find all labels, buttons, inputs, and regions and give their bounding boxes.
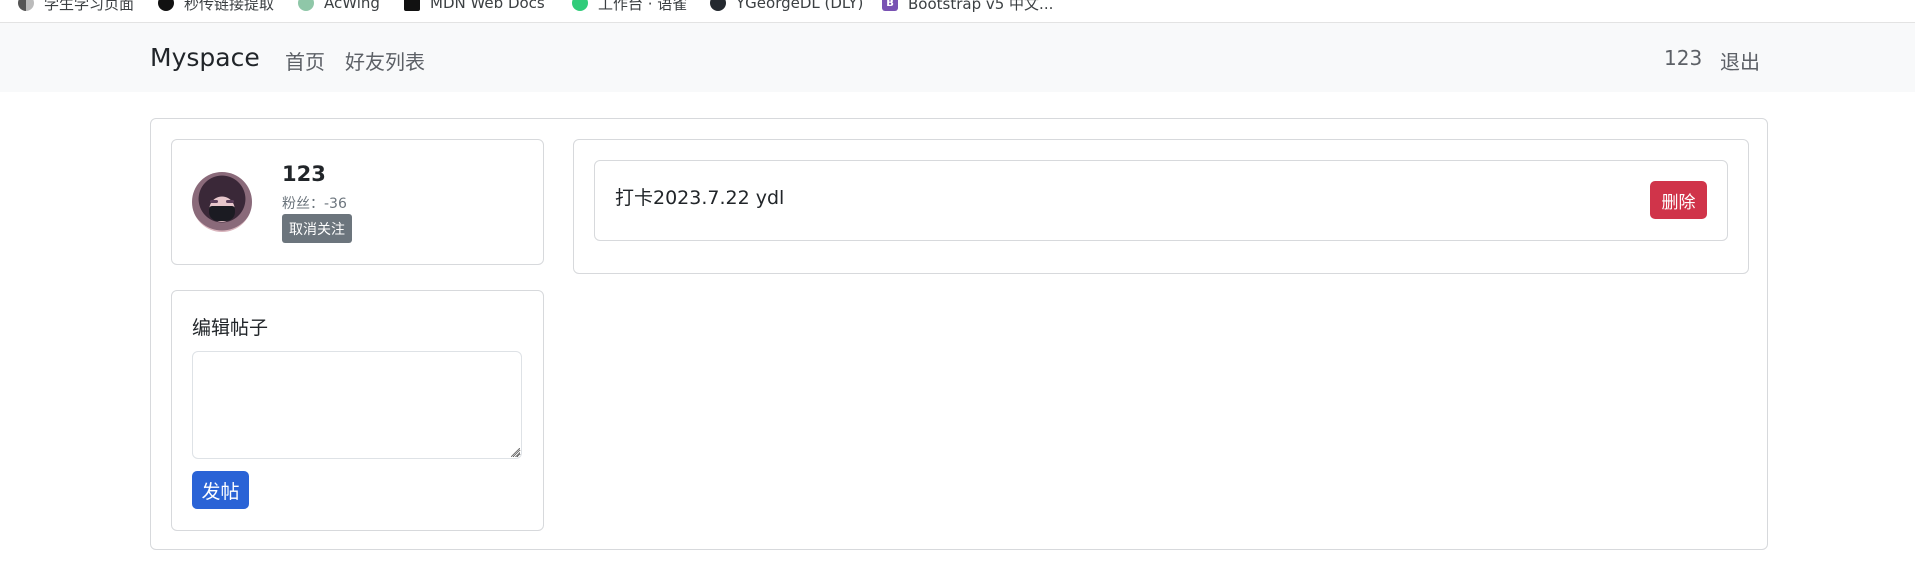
bookmark-item[interactable]: B Bootstrap v5 中文... [882,0,1053,14]
avatar-mask [209,206,235,221]
bookmark-label: 学生学习页面 [44,0,135,13]
post-button[interactable]: 发帖 [192,471,249,509]
mdn-icon [404,0,420,11]
nav-logout[interactable]: 退出 [1720,46,1760,75]
brand-logo[interactable]: Myspace [150,43,260,72]
bookmark-label: MDN Web Docs [430,0,545,12]
profile-username: 123 [282,162,326,186]
editor-card: 编辑帖子 发帖 [171,290,544,531]
avatar [192,172,252,232]
bookmark-item[interactable]: 工作台 · 语雀 [572,0,687,14]
bookmark-item[interactable]: MDN Web Docs [404,0,545,14]
bookmark-label: YGeorgeDL (DLY) [736,0,864,12]
link-icon [158,0,174,11]
main-container: 123 粉丝：-36 取消关注 编辑帖子 发帖 打卡2023.7.22 ydl … [150,118,1768,550]
bookmark-label: Bootstrap v5 中文... [908,0,1054,13]
nav-link-friends[interactable]: 好友列表 [345,46,425,75]
post-content: 打卡2023.7.22 ydl [615,187,785,209]
bookmark-item[interactable]: 秒传链接提取 [158,0,274,14]
unfollow-button[interactable]: 取消关注 [282,214,352,243]
post-item: 打卡2023.7.22 ydl 删除 [594,160,1728,241]
avatar-eye [210,200,218,203]
bookmark-label: 秒传链接提取 [184,0,275,13]
avatar-eye [226,200,234,203]
bookmark-label: AcWing [324,0,380,12]
navbar: Myspace 首页 好友列表 123 退出 [0,23,1915,92]
delete-button[interactable]: 删除 [1650,181,1707,219]
profile-card: 123 粉丝：-36 取消关注 [171,139,544,265]
bookmarks-bar: 学生学习页面 秒传链接提取 AcWing MDN Web Docs 工作台 · … [0,0,1915,23]
half-circle-icon [18,0,34,11]
bookmark-label: 工作台 · 语雀 [598,0,688,13]
bookmark-item[interactable]: 学生学习页面 [18,0,134,14]
acwing-icon [298,0,314,11]
bookmark-item[interactable]: AcWing [298,0,380,14]
nav-user[interactable]: 123 [1664,46,1702,70]
posts-card: 打卡2023.7.22 ydl 删除 [573,139,1749,274]
bookmark-item[interactable]: YGeorgeDL (DLY) [710,0,863,14]
profile-fans: 粉丝：-36 [282,196,347,212]
editor-title: 编辑帖子 [192,317,269,339]
resize-grip-icon[interactable] [511,448,520,457]
nav-link-home[interactable]: 首页 [285,46,325,75]
yuque-icon [572,0,588,11]
post-textarea[interactable] [192,351,522,459]
bootstrap-icon: B [882,0,898,11]
github-icon [710,0,726,11]
